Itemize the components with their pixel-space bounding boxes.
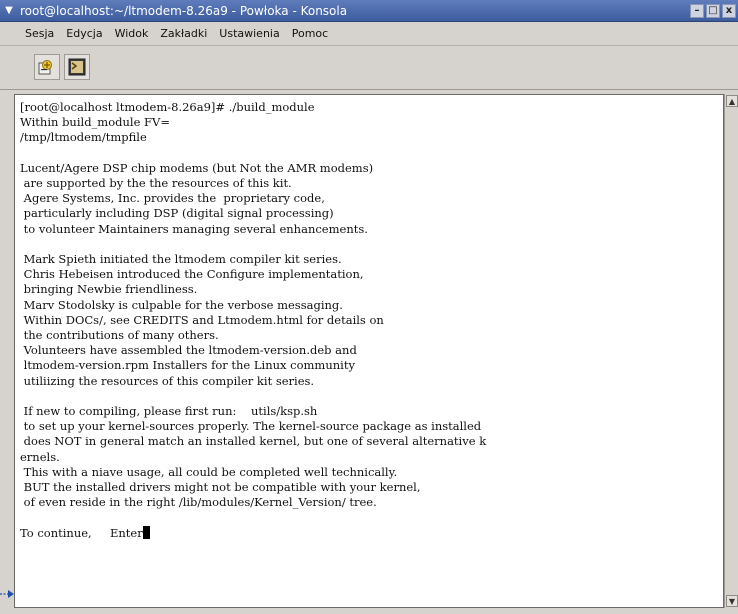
scroll-down-arrow-icon[interactable]: ▼ <box>726 595 738 607</box>
terminal-line: particularly including DSP (digital sign… <box>20 206 334 221</box>
menu-widok[interactable]: Widok <box>110 27 154 40</box>
terminal-line: If new to compiling, please first run: u… <box>20 404 318 419</box>
terminal-line: Lucent/Agere DSP chip modems (but Not th… <box>20 160 374 175</box>
menu-edycja[interactable]: Edycja <box>61 27 107 40</box>
terminal-line: This with a niave usage, all could be co… <box>20 464 398 479</box>
terminal-line: to volunteer Maintainers managing severa… <box>20 221 368 236</box>
menu-bar: Sesja Edycja Widok Zakładki Ustawienia P… <box>0 22 738 46</box>
menu-sesja[interactable]: Sesja <box>20 27 59 40</box>
terminal-line: Within build_module FV= <box>20 115 170 130</box>
maximize-button[interactable]: □ <box>706 3 720 18</box>
annotation-arrow-icon <box>0 590 14 598</box>
window-title: root@localhost:~/ltmodem-8.26a9 - Powłok… <box>20 3 348 18</box>
scroll-up-arrow-icon[interactable]: ▲ <box>726 95 738 107</box>
terminal-icon <box>68 58 86 76</box>
terminal-line: ernels. <box>20 449 60 464</box>
window-left-border <box>0 90 14 614</box>
konsole-window: ▼ root@localhost:~/ltmodem-8.26a9 - Powł… <box>0 0 738 614</box>
menu-ustawienia[interactable]: Ustawienia <box>214 27 284 40</box>
terminal-text: [root@localhost ltmodem-8.26a9]# ./build… <box>15 95 723 541</box>
terminal-line: Chris Hebeisen introduced the Configure … <box>20 267 364 282</box>
title-bar[interactable]: ▼ root@localhost:~/ltmodem-8.26a9 - Powł… <box>0 0 738 22</box>
minimize-button[interactable]: – <box>690 3 704 18</box>
terminal-line: does NOT in general match an installed k… <box>20 434 487 449</box>
menu-zakladki[interactable]: Zakładki <box>155 27 212 40</box>
terminal-line: BUT the installed drivers might not be c… <box>20 480 421 495</box>
close-button[interactable]: x <box>722 3 736 18</box>
text-cursor <box>142 525 150 539</box>
continue-prompt: To continue, Enter <box>20 525 143 540</box>
terminal-button[interactable] <box>64 54 90 80</box>
terminal-line: Within DOCs/, see CREDITS and Ltmodem.ht… <box>20 312 384 327</box>
terminal-line: Agere Systems, Inc. provides the proprie… <box>20 191 325 206</box>
terminal-line: the contributions of many others. <box>20 328 219 343</box>
new-session-icon <box>38 60 52 75</box>
terminal-line: ltmodem-version.rpm Installers for the L… <box>20 358 355 373</box>
terminal-line: Mark Spieth initiated the ltmodem compil… <box>20 252 342 267</box>
new-session-button[interactable] <box>34 54 60 80</box>
terminal-line: to set up your kernel-sources properly. … <box>20 419 482 434</box>
terminal-line: of even reside in the right /lib/modules… <box>20 495 377 510</box>
terminal-line: /tmp/ltmodem/tmpfile <box>20 130 147 145</box>
terminal-line: bringing Newbie friendliness. <box>20 282 198 297</box>
menu-pomoc[interactable]: Pomoc <box>287 27 333 40</box>
terminal-line: [root@localhost ltmodem-8.26a9]# ./build… <box>20 100 315 114</box>
window-controls: – □ x <box>690 3 738 18</box>
toolbar <box>0 46 738 90</box>
terminal-line: Marv Stodolsky is culpable for the verbo… <box>20 297 343 312</box>
scrollbar[interactable]: ▲ ▼ <box>724 94 738 608</box>
window-menu-chevron-icon[interactable]: ▼ <box>0 0 18 22</box>
terminal-line: are supported by the the resources of th… <box>20 176 292 191</box>
terminal-line: Volunteers have assembled the ltmodem-ve… <box>20 343 357 358</box>
terminal-line: utiliizing the resources of this compile… <box>20 373 315 388</box>
terminal-output[interactable]: [root@localhost ltmodem-8.26a9]# ./build… <box>14 94 724 608</box>
